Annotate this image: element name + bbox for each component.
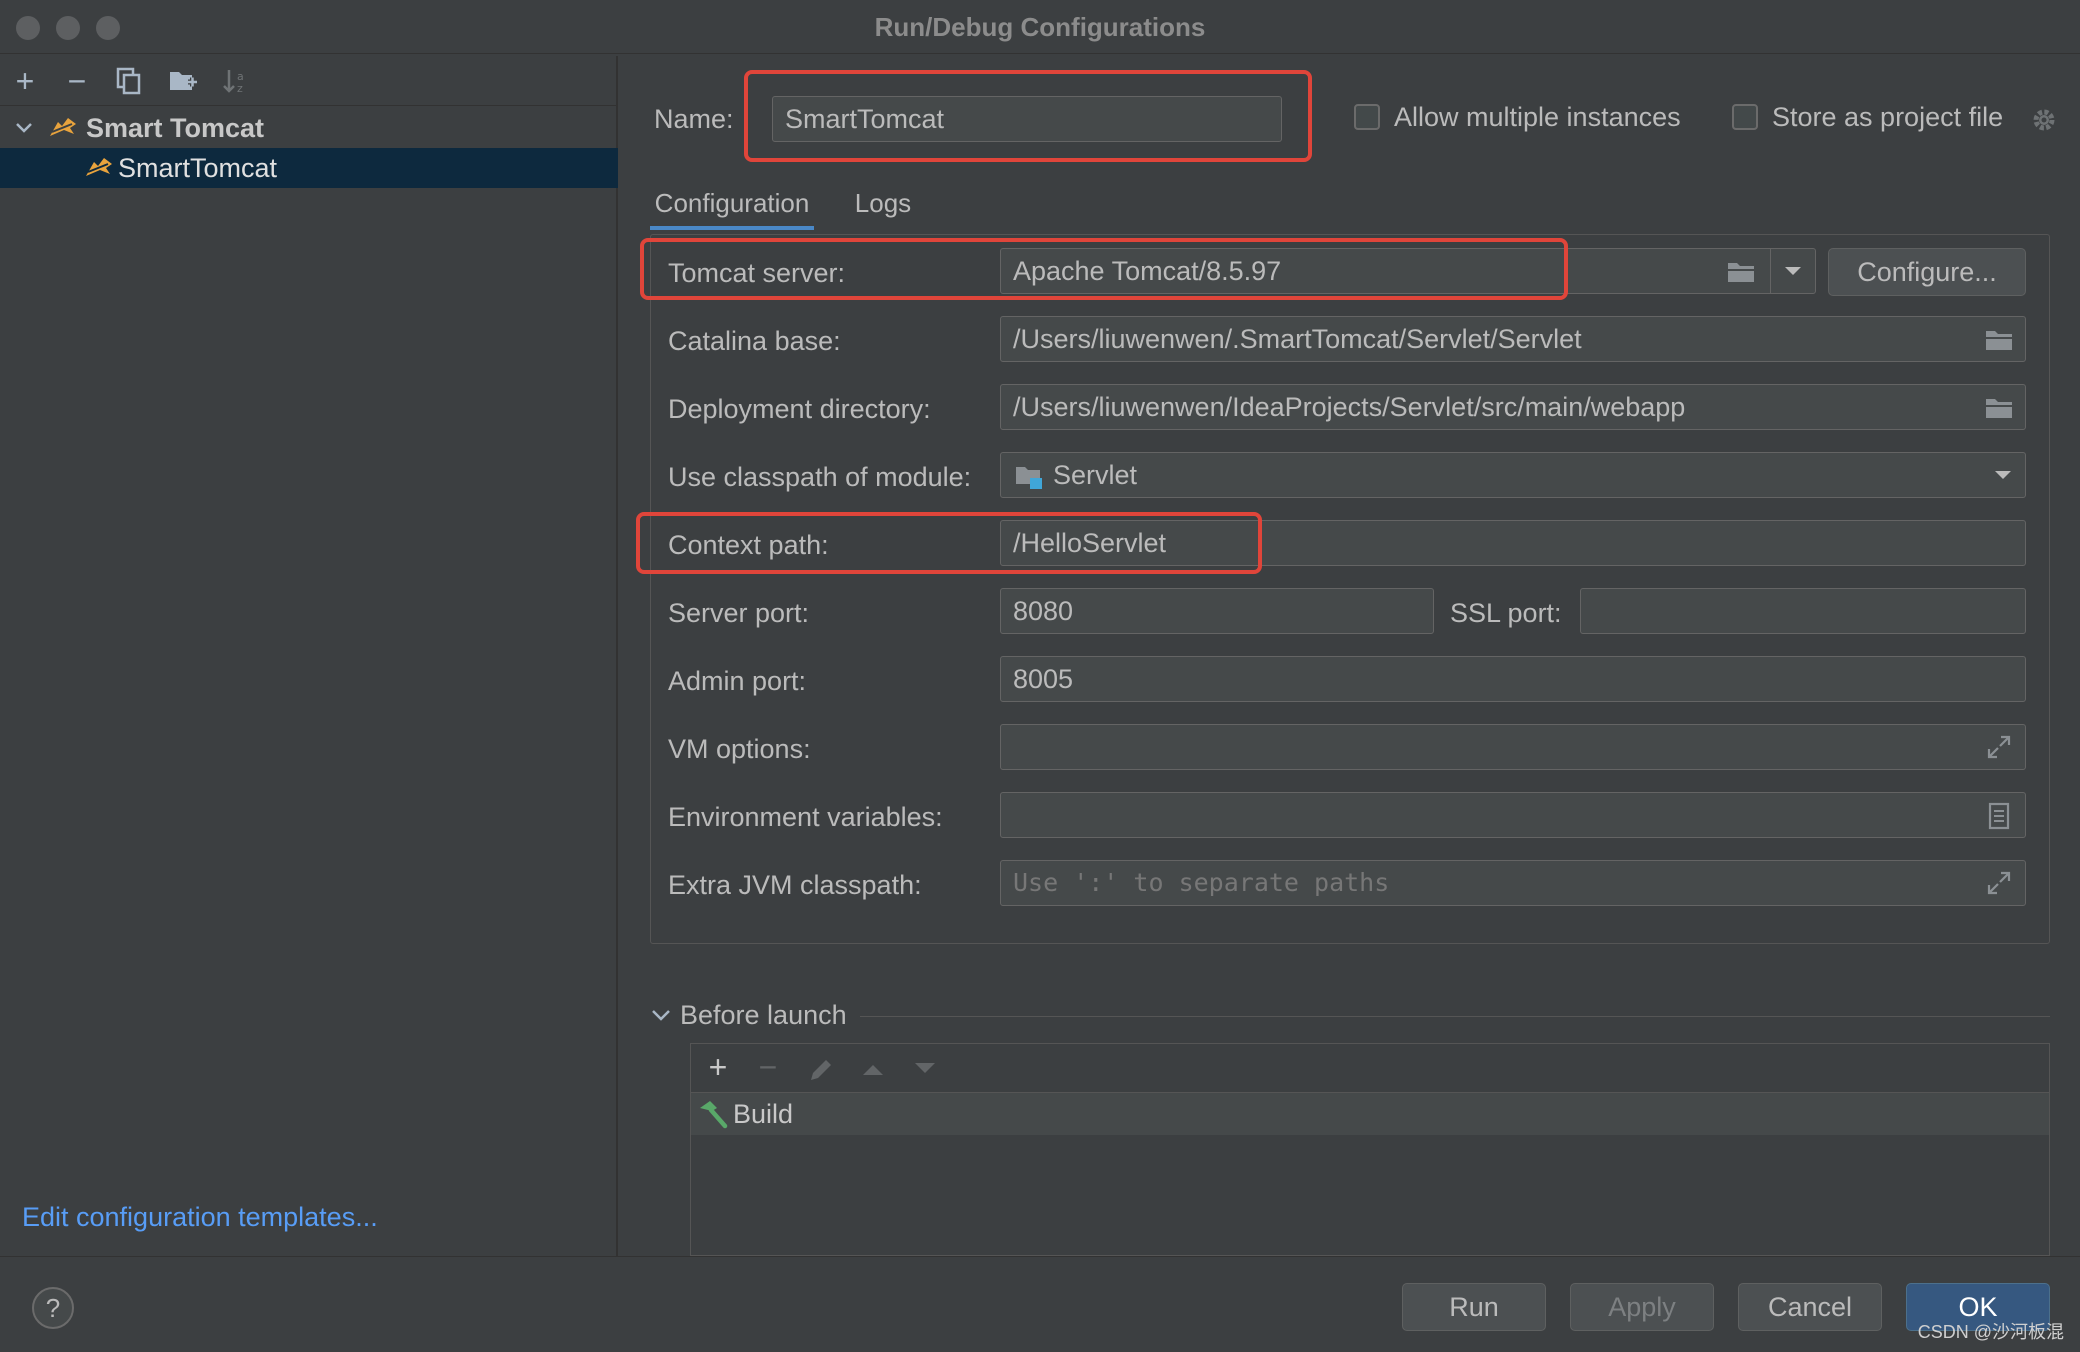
env-vars-input[interactable] (1000, 792, 2026, 838)
classpath-module-label: Use classpath of module: (668, 462, 972, 492)
expand-icon[interactable] (1986, 734, 2012, 760)
before-launch-title: Before launch (680, 1000, 847, 1030)
move-down-icon[interactable] (911, 1058, 939, 1080)
copy-icon[interactable] (112, 64, 146, 98)
dialog-footer: ? Run Apply Cancel OK CSDN @沙河板混 (0, 1256, 2080, 1352)
admin-port-label: Admin port: (668, 666, 807, 696)
chevron-down-icon[interactable] (650, 1004, 672, 1026)
expand-icon[interactable] (1986, 870, 2012, 896)
server-port-label: Server port: (668, 598, 810, 628)
sort-icon[interactable]: az (218, 64, 252, 98)
chevron-down-icon[interactable] (1990, 462, 2016, 488)
edit-templates-link[interactable]: Edit configuration templates... (22, 1202, 378, 1233)
configure-button[interactable]: Configure... (1828, 248, 2026, 296)
vm-options-input[interactable] (1000, 724, 2026, 770)
folder-icon[interactable] (1984, 328, 2014, 352)
svg-text:z: z (237, 82, 243, 95)
before-launch-list: Build (690, 1092, 2050, 1256)
folder-icon[interactable] (1984, 396, 2014, 420)
move-up-icon[interactable] (859, 1058, 887, 1080)
server-port-input[interactable]: 8080 (1000, 588, 1434, 634)
catalina-base-label: Catalina base: (668, 326, 841, 356)
list-item[interactable]: Build (691, 1093, 2049, 1135)
deployment-dir-input[interactable]: /Users/liuwenwen/IdeaProjects/Servlet/sr… (1000, 384, 2026, 430)
apply-button[interactable]: Apply (1570, 1283, 1714, 1331)
tab-configuration[interactable]: Configuration (650, 176, 814, 230)
highlight-box-tomcat (640, 238, 1568, 300)
before-launch-toolbar: + − (690, 1043, 2050, 1093)
classpath-module-select[interactable]: Servlet (1000, 452, 2026, 498)
gear-icon[interactable] (2030, 106, 2058, 134)
watermark: CSDN @沙河板混 (1917, 1322, 2064, 1342)
run-button[interactable]: Run (1402, 1283, 1546, 1331)
ssl-port-input[interactable] (1580, 588, 2026, 634)
tree-item-smart-tomcat[interactable]: SmartTomcat (0, 148, 618, 188)
help-button[interactable]: ? (32, 1287, 74, 1329)
admin-port-input[interactable]: 8005 (1000, 656, 2026, 702)
tree-item-label: SmartTomcat (118, 153, 278, 183)
add-icon[interactable]: + (8, 64, 42, 98)
document-icon[interactable] (1988, 802, 2010, 830)
tree-group-smart-tomcat[interactable]: Smart Tomcat (0, 108, 618, 148)
tomcat-server-dropdown[interactable] (1770, 249, 1814, 293)
vm-options-label: VM options: (668, 734, 811, 764)
new-folder-icon[interactable] (166, 64, 200, 98)
before-launch-divider (860, 1016, 2050, 1017)
tomcat-icon (86, 158, 112, 176)
chevron-down-icon[interactable] (1771, 249, 1815, 293)
cancel-button[interactable]: Cancel (1738, 1283, 1882, 1331)
hammer-icon (700, 1101, 728, 1129)
list-item-label: Build (733, 1099, 794, 1129)
sidebar-toolbar: + − az (0, 56, 618, 106)
highlight-box-name (744, 70, 1312, 162)
extra-jvm-input[interactable]: Use ':' to separate paths (1000, 860, 2026, 906)
tab-logs[interactable]: Logs (842, 176, 924, 230)
configurations-sidebar: + − az Smart Tomcat SmartTomcat Edit con… (0, 56, 618, 1256)
catalina-base-input[interactable]: /Users/liuwenwen/.SmartTomcat/Servlet/Se… (1000, 316, 2026, 362)
edit-icon[interactable] (807, 1056, 835, 1084)
extra-jvm-label: Extra JVM classpath: (668, 870, 922, 900)
deployment-dir-label: Deployment directory: (668, 394, 931, 424)
folder-icon[interactable] (1726, 260, 1756, 284)
tree-group-label: Smart Tomcat (86, 113, 265, 143)
name-label: Name: (654, 104, 734, 134)
ssl-port-label: SSL port: (1450, 598, 1562, 628)
store-project-checkbox[interactable] (1732, 104, 1758, 130)
allow-multiple-label: Allow multiple instances (1394, 102, 1681, 132)
allow-multiple-checkbox[interactable] (1354, 104, 1380, 130)
title-bar: Run/Debug Configurations (0, 0, 2080, 54)
add-task-icon[interactable]: + (701, 1050, 735, 1084)
remove-icon[interactable]: − (60, 64, 94, 98)
tomcat-icon (50, 118, 76, 136)
highlight-box-context-path (636, 512, 1262, 574)
env-vars-label: Environment variables: (668, 802, 943, 832)
store-project-label: Store as project file (1772, 102, 2004, 132)
window-title: Run/Debug Configurations (874, 12, 1206, 42)
module-folder-icon (1016, 467, 1042, 489)
remove-task-icon[interactable]: − (751, 1050, 785, 1084)
